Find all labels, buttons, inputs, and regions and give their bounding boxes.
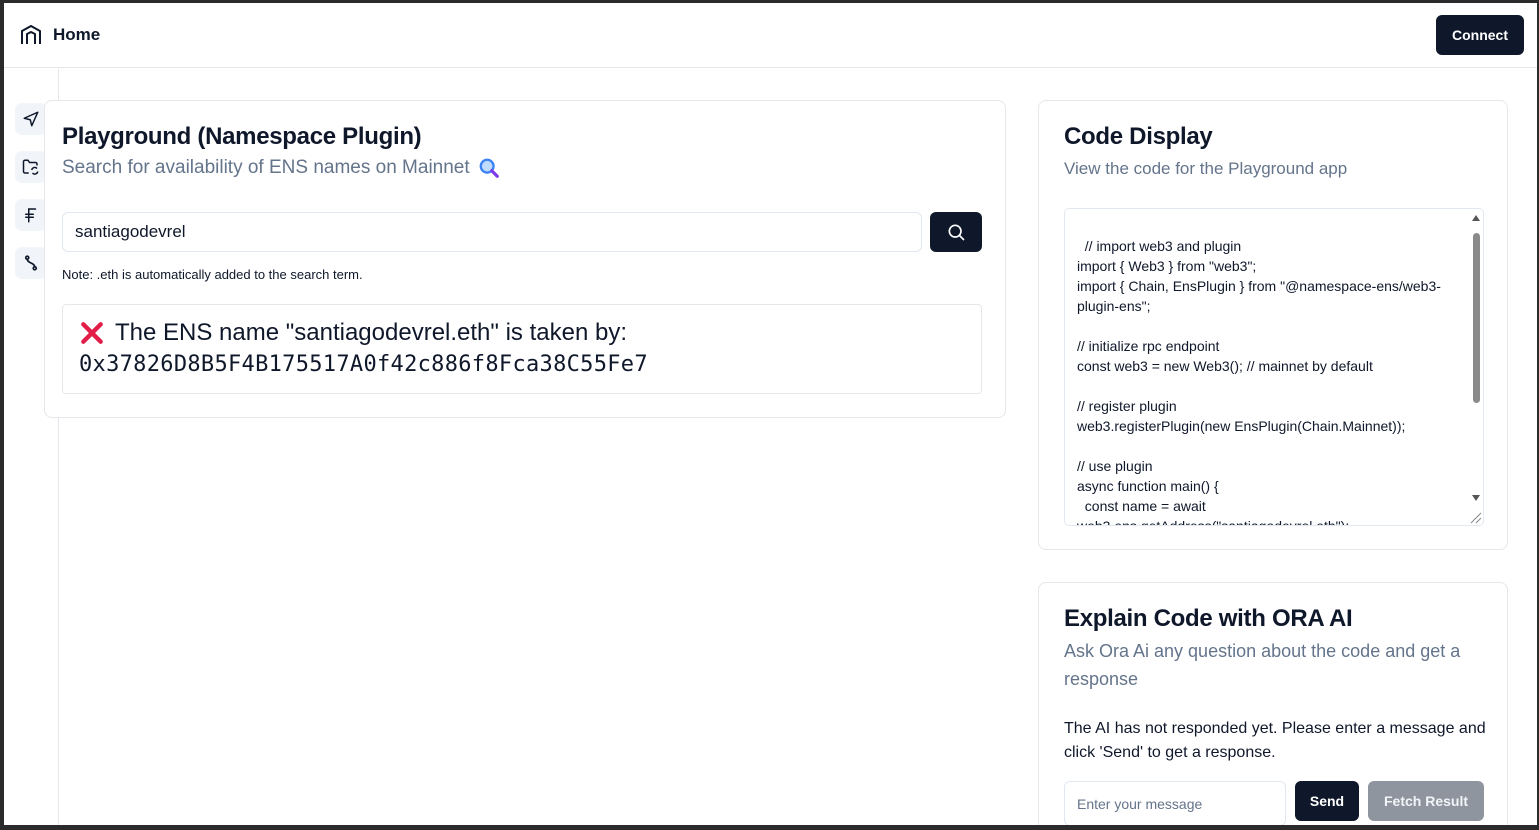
- currency-icon: [25, 208, 37, 223]
- playground-subtitle-row: Search for availability of ENS names on …: [62, 157, 500, 179]
- ens-search-input[interactable]: [62, 212, 922, 252]
- code-display-title: Code Display: [1064, 123, 1213, 150]
- route-icon: [24, 255, 38, 271]
- cross-mark-icon: [81, 322, 103, 344]
- ai-explain-card: Explain Code with ORA AI Ask Ora Ai any …: [1038, 582, 1508, 825]
- scroll-up-arrow-icon[interactable]: [1472, 215, 1480, 221]
- result-line: The ENS name "santiagodevrel.eth" is tak…: [79, 317, 965, 349]
- resize-grip-icon[interactable]: [1468, 510, 1482, 524]
- search-note: Note: .eth is automatically added to the…: [62, 267, 363, 282]
- playground-subtitle: Search for availability of ENS names on …: [62, 157, 470, 178]
- playground-card: Playground (Namespace Plugin) Search for…: [44, 100, 1006, 418]
- home-link[interactable]: Home: [19, 23, 100, 47]
- code-textarea[interactable]: // import web3 and plugin import { Web3 …: [1064, 208, 1484, 526]
- home-icon: [21, 25, 41, 44]
- scroll-down-arrow-icon[interactable]: [1472, 495, 1480, 501]
- send-icon: [23, 111, 39, 127]
- code-scrollbar[interactable]: [1470, 213, 1482, 513]
- sidebar-item-currency[interactable]: [15, 199, 47, 231]
- search-icon: [948, 224, 965, 241]
- result-address: 0x37826D8B5F4B175517A0f42c886f8Fca38C55F…: [79, 352, 648, 377]
- ai-subtitle: Ask Ora Ai any question about the code a…: [1064, 641, 1461, 689]
- magnifier-emoji-icon: [479, 158, 499, 178]
- code-display-card: Code Display View the code for the Playg…: [1038, 100, 1508, 550]
- result-box: The ENS name "santiagodevrel.eth" is tak…: [62, 304, 982, 394]
- result-text: The ENS name "santiagodevrel.eth" is tak…: [115, 319, 627, 346]
- home-label: Home: [53, 25, 101, 44]
- code-display-subtitle: View the code for the Playground app: [1064, 159, 1348, 178]
- fetch-result-button[interactable]: Fetch Result: [1368, 781, 1484, 821]
- ai-response: The AI has not responded yet. Please ent…: [1064, 720, 1486, 761]
- top-bar: Home Connect: [4, 3, 1537, 68]
- scroll-thumb[interactable]: [1473, 233, 1480, 403]
- sidebar-item-send[interactable]: [15, 103, 47, 135]
- app-window: Home Connect Playground (Namespace Plugi…: [4, 3, 1537, 825]
- playground-title: Playground (Namespace Plugin): [62, 123, 422, 150]
- send-button[interactable]: Send: [1295, 781, 1359, 821]
- sidebar-item-route[interactable]: [15, 247, 47, 279]
- folder-sync-icon: [22, 159, 39, 175]
- connect-button[interactable]: Connect: [1436, 15, 1524, 55]
- ai-title: Explain Code with ORA AI: [1064, 605, 1353, 632]
- message-input[interactable]: [1064, 781, 1286, 825]
- code-content: // import web3 and plugin import { Web3 …: [1077, 238, 1441, 526]
- sidebar-item-folder-sync[interactable]: [15, 151, 47, 183]
- search-button[interactable]: [930, 212, 982, 252]
